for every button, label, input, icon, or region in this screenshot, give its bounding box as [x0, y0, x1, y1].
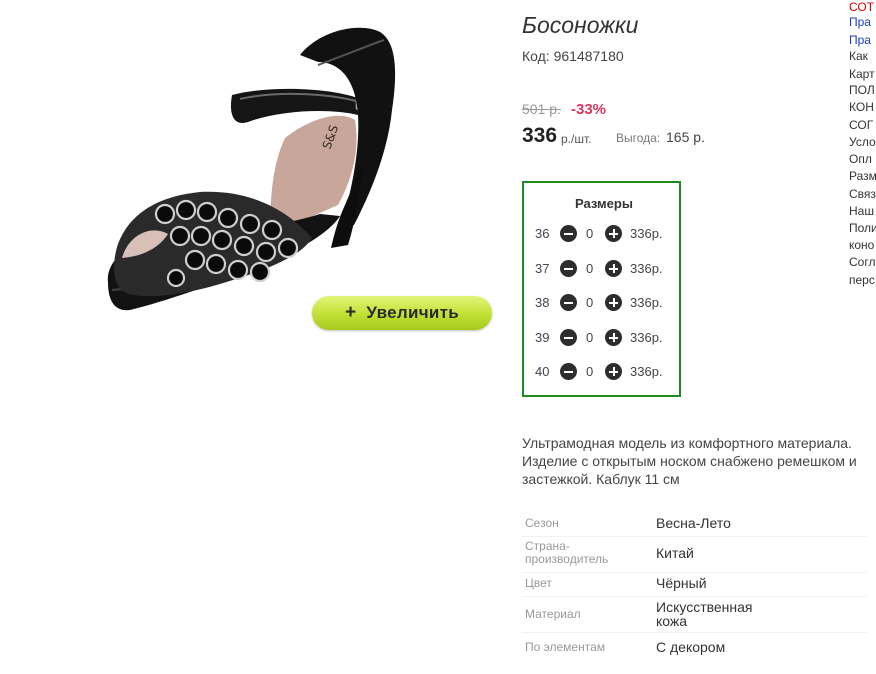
sizes-box: Размеры 36 0 336р. 37 0 336р. 38 0 336р.… — [522, 181, 681, 397]
plus-icon: + — [344, 302, 357, 323]
savings-label: Выгода: — [616, 131, 661, 145]
side-menu-item[interactable]: Поли — [849, 221, 876, 235]
size-row: 40 0 336р. — [524, 361, 681, 383]
quantity-value: 0 — [586, 295, 594, 310]
plus-circle-icon[interactable] — [605, 260, 622, 277]
minus-circle-icon[interactable] — [560, 363, 577, 380]
spec-value: Китай — [656, 545, 694, 561]
size-row: 39 0 336р. — [524, 327, 681, 349]
side-menu-item[interactable]: ПОЛ — [849, 83, 875, 97]
size-row: 37 0 336р. — [524, 258, 681, 280]
old-price: 501 р. — [522, 101, 561, 117]
product-title: Босоножки — [522, 12, 639, 38]
size-row: 38 0 336р. — [524, 292, 681, 314]
size-label: 37 — [535, 261, 550, 276]
side-menu-item[interactable]: коно — [849, 238, 874, 252]
side-menu-item[interactable]: СОТ — [849, 0, 874, 14]
side-menu-item[interactable]: Согл — [849, 255, 875, 269]
side-menu-item[interactable]: Усло — [849, 135, 876, 149]
side-menu-item[interactable]: Как — [849, 49, 868, 63]
size-row: 36 0 336р. — [524, 223, 681, 245]
sizes-title: Размеры — [575, 196, 633, 211]
quantity-value: 0 — [586, 226, 594, 241]
spec-value: Искусственная кожа — [656, 599, 753, 629]
plus-circle-icon[interactable] — [605, 329, 622, 346]
quantity-value: 0 — [586, 330, 594, 345]
plus-circle-icon[interactable] — [605, 294, 622, 311]
size-price: 336р. — [630, 261, 663, 276]
spec-value: Весна-Лето — [656, 515, 731, 531]
spec-label: Страна-производитель — [525, 539, 609, 566]
minus-circle-icon[interactable] — [560, 225, 577, 242]
plus-circle-icon[interactable] — [605, 225, 622, 242]
side-menu-item[interactable]: Карт — [849, 67, 875, 81]
product-code: Код: 961487180 — [522, 48, 624, 64]
side-menu-item[interactable]: Наш — [849, 204, 874, 218]
price-unit: р./шт. — [561, 132, 592, 146]
size-price: 336р. — [630, 295, 663, 310]
side-menu-item[interactable]: перс — [849, 273, 875, 287]
side-menu-item[interactable]: Пра — [849, 15, 871, 29]
side-menu-item[interactable]: СОГ — [849, 118, 873, 132]
spec-value: Чёрный — [656, 575, 707, 591]
side-menu-item[interactable]: Опл — [849, 152, 872, 166]
size-price: 336р. — [630, 330, 663, 345]
size-price: 336р. — [630, 226, 663, 241]
plus-circle-icon[interactable] — [605, 363, 622, 380]
quantity-value: 0 — [586, 364, 594, 379]
quantity-value: 0 — [586, 261, 594, 276]
size-price: 336р. — [630, 364, 663, 379]
product-image[interactable]: S&S — [100, 15, 430, 325]
savings-value: 165 р. — [666, 129, 705, 145]
size-label: 38 — [535, 295, 550, 310]
discount-badge: -33% — [571, 101, 607, 118]
size-label: 36 — [535, 226, 550, 241]
minus-circle-icon[interactable] — [560, 294, 577, 311]
zoom-button-label: Увеличить — [366, 303, 460, 322]
side-menu-item[interactable]: Разм — [849, 169, 876, 183]
minus-circle-icon[interactable] — [560, 260, 577, 277]
spec-value: С декором — [656, 639, 726, 655]
spec-label: Цвет — [525, 576, 552, 590]
size-label: 40 — [535, 364, 550, 379]
size-label: 39 — [535, 330, 550, 345]
current-price: 336 — [522, 124, 558, 147]
zoom-button[interactable]: + Увеличить — [312, 296, 492, 330]
spec-label: Сезон — [525, 516, 559, 530]
side-menu-item[interactable]: Пра — [849, 33, 871, 47]
product-description: Ультрамодная модель из комфортного матер… — [522, 435, 857, 487]
side-menu-item[interactable]: Связ — [849, 187, 876, 201]
spec-label: По элементам — [525, 640, 606, 654]
spec-label: Материал — [525, 607, 581, 621]
minus-circle-icon[interactable] — [560, 329, 577, 346]
side-menu-item[interactable]: КОН — [849, 100, 874, 114]
